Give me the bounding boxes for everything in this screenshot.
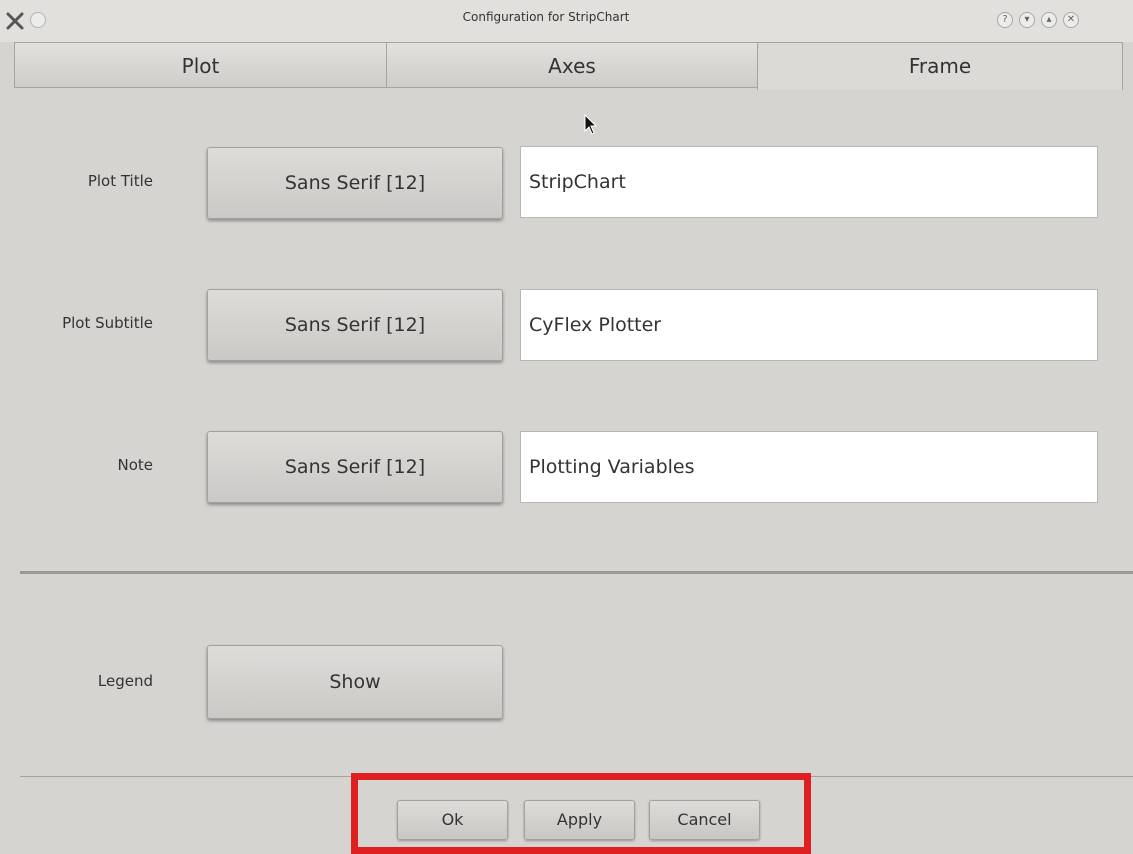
help-icon[interactable]: ? xyxy=(997,12,1013,28)
close-icon[interactable]: ✕ xyxy=(1063,12,1079,28)
window-controls: ? ▾ ▴ ✕ xyxy=(993,12,1133,32)
plot-title-label: Plot Title xyxy=(87,172,153,190)
section-divider xyxy=(20,571,1133,574)
legend-label: Legend xyxy=(97,672,153,690)
note-label: Note xyxy=(117,456,153,474)
tab-bar: Plot Axes Frame xyxy=(0,42,1133,90)
window-titlebar: Configuration for StripChart ? ▾ ▴ ✕ xyxy=(0,0,1133,42)
tab-plot[interactable]: Plot xyxy=(14,42,387,88)
plot-title-input[interactable] xyxy=(520,146,1098,218)
plot-subtitle-font-button[interactable]: Sans Serif [12] xyxy=(207,289,503,361)
ok-button[interactable]: Ok xyxy=(397,800,508,840)
tab-frame[interactable]: Frame xyxy=(757,42,1123,90)
apply-button[interactable]: Apply xyxy=(524,800,635,840)
legend-show-button[interactable]: Show xyxy=(207,645,503,719)
plot-title-font-button[interactable]: Sans Serif [12] xyxy=(207,147,503,219)
window-title: Configuration for StripChart xyxy=(462,10,630,24)
tab-axes[interactable]: Axes xyxy=(386,42,758,88)
minimize-icon[interactable]: ▾ xyxy=(1019,12,1035,28)
maximize-icon[interactable]: ▴ xyxy=(1041,12,1057,28)
cancel-button[interactable]: Cancel xyxy=(649,800,760,840)
mouse-cursor-icon xyxy=(584,114,598,135)
note-font-button[interactable]: Sans Serif [12] xyxy=(207,431,503,503)
plot-subtitle-input[interactable] xyxy=(520,289,1098,361)
note-input[interactable] xyxy=(520,431,1098,503)
footer-divider xyxy=(20,776,1133,777)
plot-subtitle-label: Plot Subtitle xyxy=(62,314,153,332)
